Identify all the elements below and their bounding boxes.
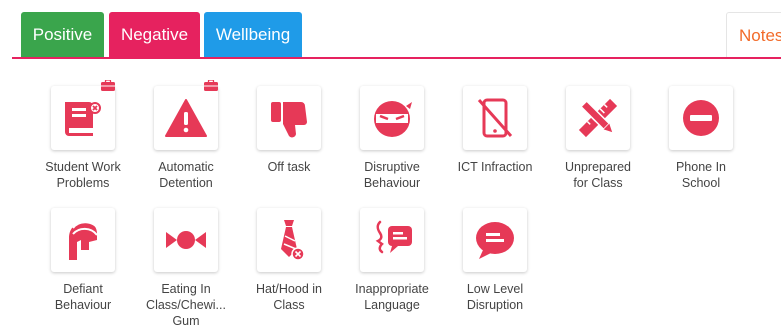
behaviour-student-work-problems[interactable]: Student Work Problems [33, 80, 133, 191]
behaviour-label: Hat/Hood in Class [255, 282, 322, 312]
tab-wellbeing[interactable]: Wellbeing [204, 12, 302, 58]
behaviour-icon-box [257, 208, 321, 272]
behaviour-automatic-detention[interactable]: Automatic Detention [136, 80, 236, 191]
behaviour-label: Automatic Detention [158, 160, 214, 190]
behaviour-icon-box [51, 208, 115, 272]
behaviour-icon-box [51, 80, 115, 150]
behaviour-icon-box [463, 208, 527, 272]
behaviour-label: Unprepared for Class [564, 160, 631, 190]
tie-icon [281, 220, 305, 261]
behaviour-inappropriate-language[interactable]: Inappropriate Language [342, 208, 442, 313]
pencil-ruler-icon [578, 98, 618, 138]
behaviour-unprepared-for-class[interactable]: Unprepared for Class [548, 86, 648, 191]
behaviour-icon-box [360, 86, 424, 150]
behaviour-label: ICT Infraction [457, 160, 533, 174]
behaviour-tab-bar: Positive Negative Wellbeing Notes [0, 0, 781, 59]
chat-bubble-icon [476, 222, 514, 259]
tab-notes[interactable]: Notes [726, 12, 781, 58]
behaviour-icon-box [154, 80, 218, 150]
behaviour-icon-box [154, 208, 218, 272]
thumbs-down-icon [271, 102, 307, 138]
briefcase-icon [204, 80, 218, 91]
behaviour-label: Inappropriate Language [355, 282, 429, 312]
behaviour-off-task[interactable]: Off task [239, 86, 339, 175]
candy-icon [166, 231, 206, 249]
behaviour-icon-box [360, 208, 424, 272]
behaviour-label: Eating In Class/Chewi... Gum [146, 282, 226, 328]
behaviour-icon-box [257, 86, 321, 150]
behaviour-low-level-disruption[interactable]: Low Level Disruption [445, 208, 545, 313]
warning-icon [165, 99, 207, 137]
behaviour-label: Off task [267, 160, 311, 174]
behaviour-label: Defiant Behaviour [54, 282, 112, 312]
tab-positive[interactable]: Positive [21, 12, 104, 58]
behaviour-label: Phone In School [675, 160, 727, 190]
behaviour-label: Student Work Problems [45, 160, 121, 190]
tab-negative[interactable]: Negative [109, 12, 200, 58]
spartan-helmet-icon [69, 221, 100, 260]
behaviour-icon-box [669, 86, 733, 150]
behaviour-hat-hood-in-class[interactable]: Hat/Hood in Class [239, 208, 339, 313]
ninja-icon [374, 101, 412, 137]
behaviour-eating-in-class[interactable]: Eating In Class/Chewi... Gum [136, 208, 236, 329]
no-phone-icon [477, 98, 513, 138]
behaviour-disruptive-behaviour[interactable]: Disruptive Behaviour [342, 86, 442, 191]
briefcase-icon [101, 80, 115, 91]
behaviour-icon-box [566, 86, 630, 150]
behaviour-ict-infraction[interactable]: ICT Infraction [445, 86, 545, 175]
behaviour-defiant-behaviour[interactable]: Defiant Behaviour [33, 208, 133, 313]
behaviour-label: Low Level Disruption [466, 282, 524, 312]
minus-circle-icon [683, 100, 719, 136]
behaviour-icon-box [463, 86, 527, 150]
behaviour-phone-in-school[interactable]: Phone In School [651, 86, 751, 191]
speech-icon [375, 220, 412, 254]
book-icon [65, 102, 101, 136]
behaviour-label: Disruptive Behaviour [363, 160, 421, 190]
